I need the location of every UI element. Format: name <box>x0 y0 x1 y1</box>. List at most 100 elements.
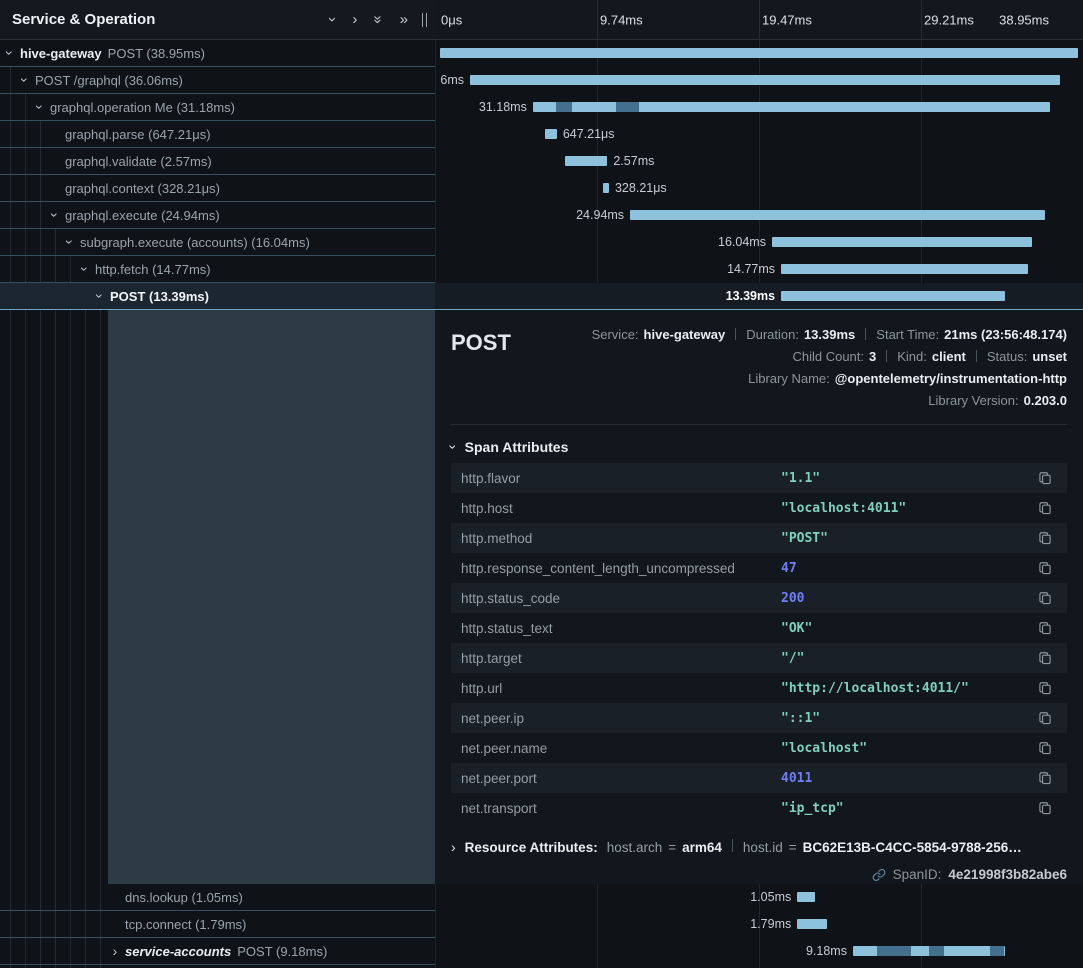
span-row[interactable]: › tcp.connect (1.79ms) 1.79ms <box>0 911 1083 938</box>
tree-header: Service & Operation › › » » <box>0 0 435 40</box>
status-value: unset <box>1032 349 1067 364</box>
copy-icon[interactable] <box>1033 651 1057 665</box>
attribute-key: net.peer.ip <box>461 711 781 726</box>
span-duration-bar[interactable] <box>797 892 815 902</box>
span-timeline-cell[interactable]: 13.39ms <box>435 283 1083 310</box>
copy-icon[interactable] <box>1033 621 1057 635</box>
span-duration-bar[interactable] <box>565 156 608 166</box>
span-duration-bar[interactable] <box>797 919 827 929</box>
span-tree-cell[interactable]: › graphql.validate (2.57ms) <box>0 148 435 175</box>
copy-icon[interactable] <box>1033 681 1057 695</box>
span-duration-bar[interactable] <box>630 210 1045 220</box>
copy-icon[interactable] <box>1033 471 1057 485</box>
span-tree-cell[interactable]: › graphql.operation Me (31.18ms) <box>0 94 435 121</box>
resource-attributes-toggle[interactable]: › Resource Attributes: host.arch=arm64ho… <box>451 839 1067 855</box>
span-duration-label: 31.18ms <box>479 100 527 114</box>
span-duration-bar[interactable] <box>781 291 1005 301</box>
span-row[interactable]: › graphql.context (328.21μs) 328.21μs <box>0 175 1083 202</box>
span-timeline-cell[interactable]: 9.18ms <box>435 938 1083 965</box>
span-row[interactable]: › dns.lookup (1.05ms) 1.05ms <box>0 884 1083 911</box>
span-timeline-cell[interactable]: 1.05ms <box>435 884 1083 911</box>
service-label: Service: <box>592 327 639 342</box>
attribute-value: 200 <box>781 591 1033 606</box>
span-row[interactable]: › graphql.execute (24.94ms) 24.94ms <box>0 202 1083 229</box>
collapse-all-icon[interactable]: » <box>371 15 386 23</box>
attribute-row: net.transport "ip_tcp" <box>451 793 1067 823</box>
span-tree-cell[interactable]: › POST (13.39ms) <box>0 283 435 310</box>
expand-chevron-icon[interactable]: › <box>48 209 62 221</box>
span-tree-cell[interactable]: › graphql.context (328.21μs) <box>0 175 435 202</box>
span-row[interactable]: › graphql.validate (2.57ms) 2.57ms <box>0 148 1083 175</box>
expand-chevron-icon[interactable]: › <box>78 263 92 275</box>
copy-icon[interactable] <box>1033 501 1057 515</box>
tick-label: 0μs <box>441 12 462 27</box>
span-row[interactable]: › graphql.parse (647.21μs) 647.21μs <box>0 121 1083 148</box>
span-tree-cell[interactable]: › tcp.connect (1.79ms) <box>0 911 435 938</box>
span-row[interactable]: › hive-gateway POST (38.95ms) <box>0 40 1083 67</box>
expand-chevron-icon[interactable]: › <box>93 290 107 302</box>
span-timeline-cell[interactable]: 24.94ms <box>435 202 1083 229</box>
span-detail-region: POST Service:hive-gatewayDuration:13.39m… <box>0 310 1083 884</box>
child-span-mark <box>616 102 639 112</box>
span-timeline-cell[interactable]: 6ms <box>435 67 1083 94</box>
span-tree-cell[interactable]: › dns.lookup (1.05ms) <box>0 884 435 911</box>
span-tree-cell[interactable]: › graphql.parse (647.21μs) <box>0 121 435 148</box>
span-detail-indent-block <box>108 310 435 884</box>
span-row[interactable]: › POST /graphql (36.06ms) 6ms <box>0 67 1083 94</box>
span-duration-bar[interactable] <box>545 129 557 139</box>
expand-chevron-icon[interactable]: › <box>63 236 77 248</box>
span-duration-bar[interactable] <box>781 264 1028 274</box>
tick-label: 29.21ms <box>924 12 974 27</box>
span-timeline-cell[interactable] <box>435 40 1083 67</box>
span-operation-label: http.fetch (14.77ms) <box>95 262 211 277</box>
span-timeline-cell[interactable]: 2.57ms <box>435 148 1083 175</box>
span-row[interactable]: › POST (13.39ms) 13.39ms <box>0 283 1083 310</box>
expand-chevron-icon[interactable]: › <box>109 944 121 958</box>
panel-resize-handle[interactable] <box>420 9 429 31</box>
span-attributes-toggle[interactable]: › Span Attributes <box>451 439 1067 455</box>
span-timeline-cell[interactable]: 328.21μs <box>435 175 1083 202</box>
expand-chevron-icon[interactable]: › <box>3 47 17 59</box>
span-duration-bar[interactable] <box>853 946 1005 956</box>
span-detail-panel: POST Service:hive-gatewayDuration:13.39m… <box>435 310 1083 884</box>
span-tree-cell[interactable]: › graphql.execute (24.94ms) <box>0 202 435 229</box>
copy-icon[interactable] <box>1033 771 1057 785</box>
link-icon[interactable] <box>872 868 886 882</box>
span-row[interactable]: › graphql.operation Me (31.18ms) 31.18ms <box>0 94 1083 121</box>
span-tree-cell[interactable]: › http.fetch (14.77ms) <box>0 256 435 283</box>
copy-icon[interactable] <box>1033 531 1057 545</box>
tick-line <box>921 0 922 39</box>
span-timeline-cell[interactable]: 16.04ms <box>435 229 1083 256</box>
expand-all-icon[interactable]: » <box>400 12 408 27</box>
span-timeline-cell[interactable]: 1.79ms <box>435 911 1083 938</box>
span-tree-cell[interactable]: › hive-gateway POST (38.95ms) <box>0 40 435 67</box>
span-row[interactable]: › http.fetch (14.77ms) 14.77ms <box>0 256 1083 283</box>
span-duration-bar[interactable] <box>772 237 1032 247</box>
attribute-key: http.host <box>461 501 781 516</box>
attribute-key: http.status_code <box>461 591 781 606</box>
expand-one-icon[interactable]: › <box>352 12 357 27</box>
span-operation-label: graphql.parse (647.21μs) <box>65 127 211 142</box>
span-duration-bar[interactable] <box>470 75 1060 85</box>
collapse-one-icon[interactable]: › <box>325 17 340 22</box>
span-timeline-cell[interactable]: 647.21μs <box>435 121 1083 148</box>
expand-chevron-icon[interactable]: › <box>18 74 32 86</box>
span-row[interactable]: › subgraph.execute (accounts) (16.04ms) … <box>0 229 1083 256</box>
span-timeline-cell[interactable]: 31.18ms <box>435 94 1083 121</box>
span-duration-bar[interactable] <box>440 48 1078 58</box>
copy-icon[interactable] <box>1033 711 1057 725</box>
copy-icon[interactable] <box>1033 801 1057 815</box>
span-row[interactable]: › service-accounts POST (9.18ms) 9.18ms <box>0 938 1083 965</box>
span-timeline-cell[interactable]: 14.77ms <box>435 256 1083 283</box>
span-tree-cell[interactable]: › subgraph.execute (accounts) (16.04ms) <box>0 229 435 256</box>
span-duration-bar[interactable] <box>533 102 1050 112</box>
copy-icon[interactable] <box>1033 591 1057 605</box>
span-tree-cell[interactable]: › service-accounts POST (9.18ms) <box>0 938 435 965</box>
copy-icon[interactable] <box>1033 741 1057 755</box>
span-operation-label: POST (9.18ms) <box>237 944 327 959</box>
span-attributes-title: Span Attributes <box>465 439 569 455</box>
span-duration-bar[interactable] <box>603 183 609 193</box>
span-tree-cell[interactable]: › POST /graphql (36.06ms) <box>0 67 435 94</box>
expand-chevron-icon[interactable]: › <box>33 101 47 113</box>
copy-icon[interactable] <box>1033 561 1057 575</box>
